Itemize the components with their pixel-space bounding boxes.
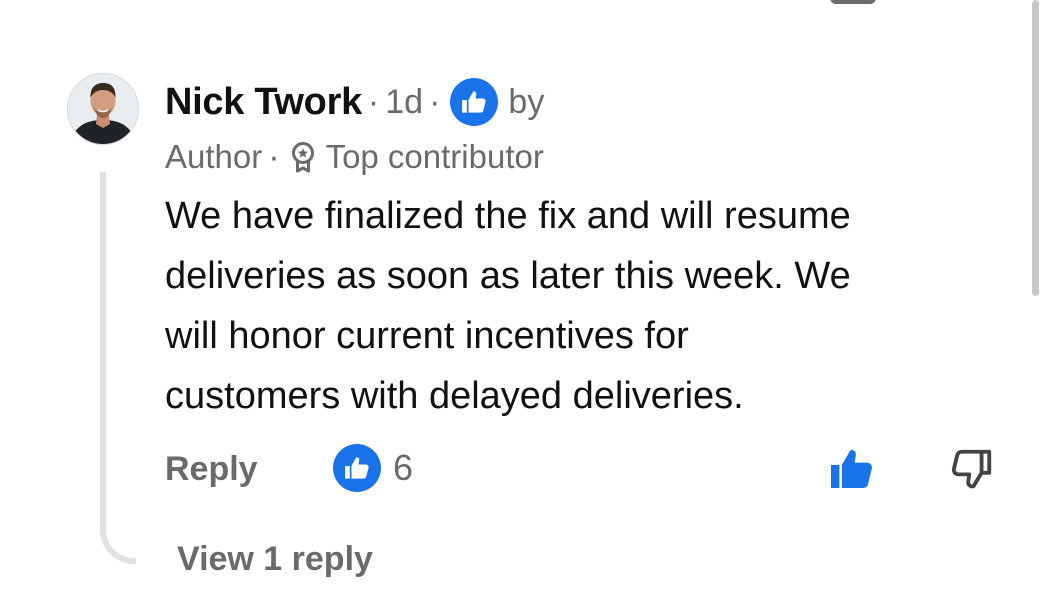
comment-header: Nick Twork · 1d · by	[165, 76, 544, 128]
previous-comment-actions	[0, 0, 1045, 6]
author-name[interactable]: Nick Twork	[165, 81, 362, 124]
thread-line	[100, 172, 136, 564]
thumbs-down-outline-icon	[951, 449, 992, 489]
liked-by-label: by	[508, 82, 545, 121]
author-role: Author	[165, 138, 263, 175]
separator: ·	[429, 82, 441, 121]
comment-body: We have finalized the fix and will resum…	[165, 186, 1015, 426]
avatar-image	[68, 74, 138, 144]
separator: ·	[268, 137, 280, 176]
reaction-summary[interactable]: 6	[333, 442, 413, 494]
badge-label: Top contributor	[325, 138, 544, 175]
dislike-button[interactable]	[945, 442, 999, 496]
comment-subheader: Author · Top contributor	[165, 134, 544, 180]
like-button[interactable]	[825, 442, 879, 496]
previous-like-icon	[830, 0, 876, 4]
comment-body-line: customers with delayed deliveries.	[165, 375, 744, 417]
comment-time[interactable]: 1d	[385, 83, 423, 122]
thumbs-up-icon	[333, 444, 381, 492]
award-ribbon-icon	[288, 140, 318, 174]
separator: ·	[367, 82, 380, 121]
thumbs-up-icon	[450, 78, 499, 126]
comment-actions: Reply 6	[165, 440, 1005, 496]
scrollbar[interactable]	[1032, 0, 1039, 296]
avatar[interactable]	[67, 73, 139, 145]
reply-button[interactable]: Reply	[165, 444, 258, 494]
view-replies-link[interactable]: View 1 reply	[177, 534, 373, 584]
comment-body-line: We have finalized the fix and will resum…	[165, 195, 851, 237]
thumbs-up-filled-icon	[831, 450, 872, 488]
comment-body-line: will honor current incentives for	[165, 315, 689, 357]
comment-body-line: deliveries as soon as later this week. W…	[165, 255, 851, 297]
reaction-count: 6	[393, 447, 414, 488]
